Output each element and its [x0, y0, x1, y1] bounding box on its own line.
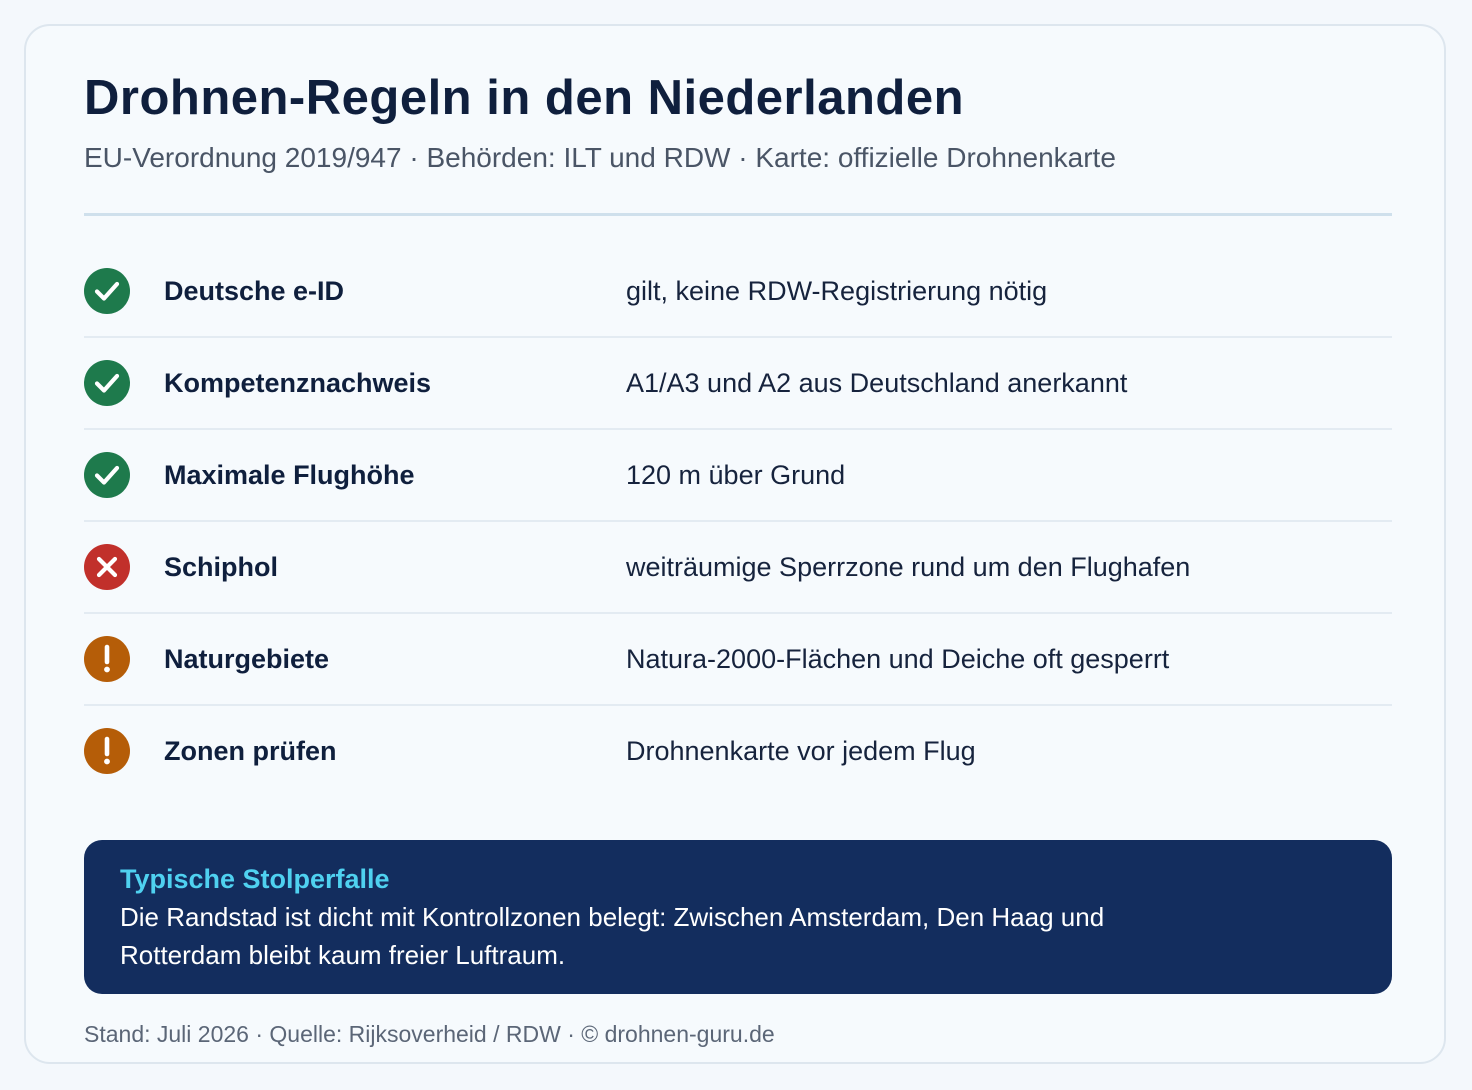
- rule-row: Zonen prüfen Drohnenkarte vor jedem Flug: [84, 706, 1392, 796]
- exclamation-circle-icon: [84, 728, 130, 774]
- rule-row: Maximale Flughöhe 120 m über Grund: [84, 430, 1392, 522]
- rule-row: Naturgebiete Natura-2000-Flächen und Dei…: [84, 614, 1392, 706]
- rule-value: weiträumige Sperrzone rund um den Flugha…: [626, 552, 1191, 582]
- pitfall-callout: Typische Stolperfalle Die Randstad ist d…: [84, 840, 1392, 994]
- footer-source: Stand: Juli 2026 · Quelle: Rijksoverheid…: [84, 1021, 775, 1047]
- check-circle-icon: [84, 360, 130, 406]
- rule-row: Deutsche e-ID gilt, keine RDW-Registrier…: [84, 246, 1392, 338]
- page-subtitle: EU-Verordnung 2019/947 · Behörden: ILT u…: [84, 142, 1116, 173]
- rule-value: Natura-2000-Flächen und Deiche oft gespe…: [626, 644, 1170, 674]
- rules-list: Deutsche e-ID gilt, keine RDW-Registrier…: [84, 246, 1392, 796]
- rule-label: Kompetenznachweis: [164, 368, 432, 398]
- x-circle-icon: [84, 544, 130, 590]
- rules-card: Drohnen-Regeln in den Niederlanden EU-Ve…: [24, 24, 1446, 1064]
- callout-title: Typische Stolperfalle: [120, 864, 390, 894]
- check-circle-icon: [84, 452, 130, 498]
- rule-value: gilt, keine RDW-Registrierung nötig: [626, 276, 1048, 306]
- check-circle-icon: [84, 268, 130, 314]
- rule-row: Kompetenznachweis A1/A3 und A2 aus Deuts…: [84, 338, 1392, 430]
- rule-label: Naturgebiete: [164, 644, 330, 674]
- rule-value: A1/A3 und A2 aus Deutschland anerkannt: [626, 368, 1128, 398]
- exclamation-circle-icon: [84, 636, 130, 682]
- rule-label: Zonen prüfen: [164, 736, 337, 766]
- rule-value: 120 m über Grund: [626, 460, 846, 490]
- rule-label: Schiphol: [164, 552, 278, 582]
- rule-row: Schiphol weiträumige Sperrzone rund um d…: [84, 522, 1392, 614]
- header-divider: [84, 213, 1392, 216]
- rule-value: Drohnenkarte vor jedem Flug: [626, 736, 976, 766]
- callout-text: Die Randstad ist dicht mit Kontrollzonen…: [120, 902, 1105, 970]
- rule-label: Maximale Flughöhe: [164, 460, 415, 490]
- page-title: Drohnen-Regeln in den Niederlanden: [84, 71, 965, 125]
- rule-label: Deutsche e-ID: [164, 276, 345, 306]
